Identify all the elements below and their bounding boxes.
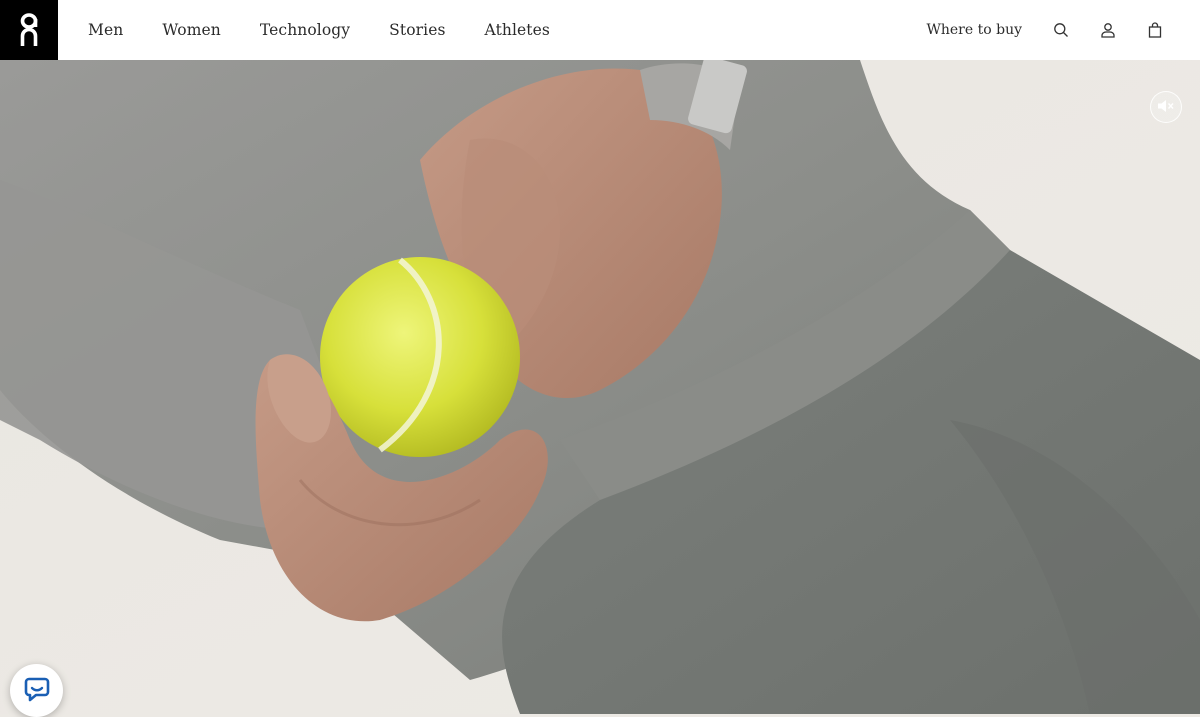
hero-video[interactable] xyxy=(0,60,1200,714)
nav-item-athletes[interactable]: Athletes xyxy=(485,21,550,39)
search-icon[interactable] xyxy=(1050,19,1072,41)
nav-item-technology[interactable]: Technology xyxy=(260,21,350,39)
bag-icon[interactable] xyxy=(1144,19,1166,41)
where-to-buy-link[interactable]: Where to buy xyxy=(926,22,1022,38)
header-actions: Where to buy xyxy=(926,19,1200,41)
nav-item-women[interactable]: Women xyxy=(162,21,221,39)
mute-toggle-button[interactable] xyxy=(1150,91,1182,123)
on-logo[interactable] xyxy=(0,0,58,60)
nav-item-stories[interactable]: Stories xyxy=(389,21,445,39)
hero-image xyxy=(0,60,1200,714)
speaker-muted-icon xyxy=(1157,98,1175,117)
main-nav: Men Women Technology Stories Athletes xyxy=(88,21,589,39)
site-header: Men Women Technology Stories Athletes Wh… xyxy=(0,0,1200,60)
nav-item-men[interactable]: Men xyxy=(88,21,123,39)
account-icon[interactable] xyxy=(1097,19,1119,41)
chat-bubble-icon xyxy=(24,676,50,706)
chat-button[interactable] xyxy=(10,664,63,717)
